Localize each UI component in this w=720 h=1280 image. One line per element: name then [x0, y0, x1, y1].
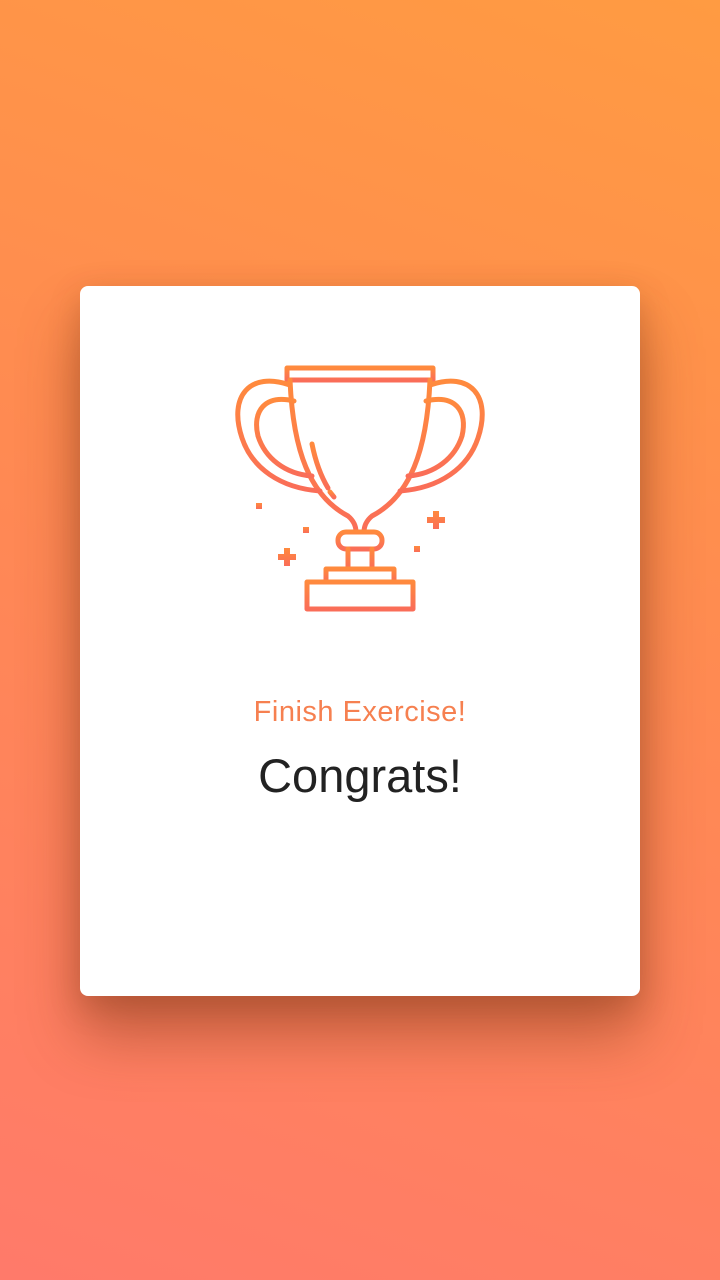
- congrats-title: Congrats!: [258, 749, 462, 802]
- finish-exercise-label: Finish Exercise!: [253, 696, 467, 728]
- congrats-card: Finish Exercise! Congrats!: [80, 286, 640, 996]
- trophy-icon: [235, 365, 485, 612]
